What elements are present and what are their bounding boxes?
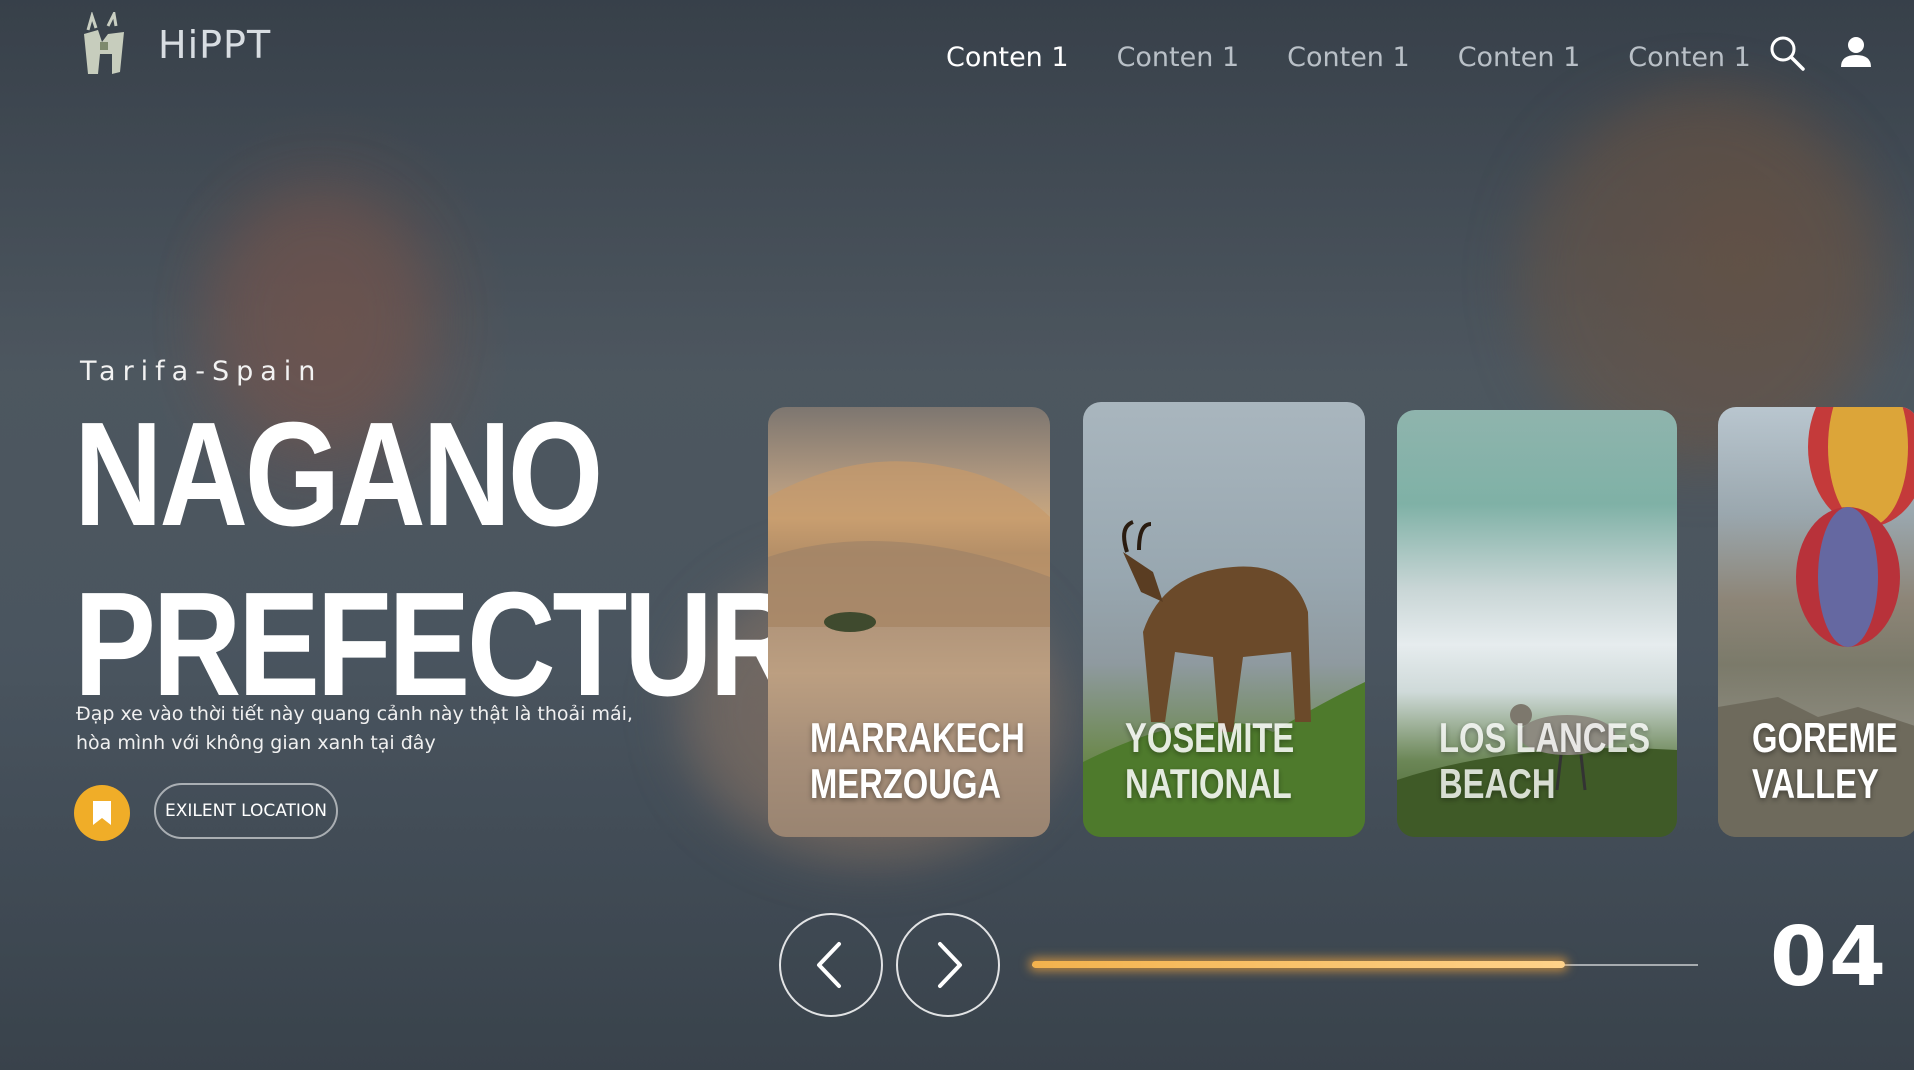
- prev-button[interactable]: [779, 913, 883, 1017]
- bookmark-button[interactable]: [74, 785, 130, 841]
- hero-description: Đạp xe vào thời tiết này quang cảnh này …: [76, 700, 696, 758]
- next-button[interactable]: [896, 913, 1000, 1017]
- deer-logo-icon: [78, 9, 130, 78]
- card-label-goreme: GOREME VALLEY: [1752, 714, 1898, 807]
- slide-progress-track[interactable]: [1032, 961, 1698, 968]
- user-icon[interactable]: [1836, 34, 1876, 74]
- nav-item-5[interactable]: Conten 1: [1628, 42, 1751, 73]
- card-label-yosemite: YOSEMITE NATIONAL: [1125, 714, 1295, 807]
- card-label-los-lances: LOS LANCES BEACH: [1439, 714, 1651, 807]
- hero-description-line-2: hòa mình với không gian xanh tại đây: [76, 732, 436, 754]
- hero-subtitle: Tarifa-Spain: [80, 356, 323, 387]
- main-nav: Conten 1 Conten 1 Conten 1 Conten 1 Cont…: [946, 42, 1751, 73]
- destination-card-los-lances[interactable]: LOS LANCES BEACH: [1397, 410, 1677, 837]
- search-icon[interactable]: [1768, 34, 1808, 74]
- destination-card-marrakech[interactable]: MARRAKECH MERZOUGA: [768, 407, 1050, 837]
- nav-item-3[interactable]: Conten 1: [1287, 42, 1410, 73]
- nav-item-4[interactable]: Conten 1: [1458, 42, 1581, 73]
- destination-card-goreme[interactable]: GOREME VALLEY: [1718, 407, 1914, 837]
- slide-progress-fill: [1032, 961, 1565, 968]
- exilent-location-button[interactable]: EXILENT LOCATION: [154, 783, 338, 839]
- brand-name: HiPPT: [158, 23, 272, 67]
- slide-counter: 04: [1770, 910, 1889, 1005]
- destination-card-yosemite[interactable]: YOSEMITE NATIONAL: [1083, 402, 1365, 837]
- hero-title-line-1: NAGANO: [74, 392, 603, 557]
- nav-item-1[interactable]: Conten 1: [946, 42, 1069, 73]
- hero-description-line-1: Đạp xe vào thời tiết này quang cảnh này …: [76, 703, 633, 725]
- card-label-marrakech: MARRAKECH MERZOUGA: [810, 714, 1025, 807]
- brand-logo[interactable]: HiPPT: [78, 9, 272, 78]
- bookmark-icon: [93, 801, 111, 825]
- nav-item-2[interactable]: Conten 1: [1117, 42, 1240, 73]
- chevron-left-icon: [817, 942, 841, 988]
- chevron-right-icon: [938, 942, 962, 988]
